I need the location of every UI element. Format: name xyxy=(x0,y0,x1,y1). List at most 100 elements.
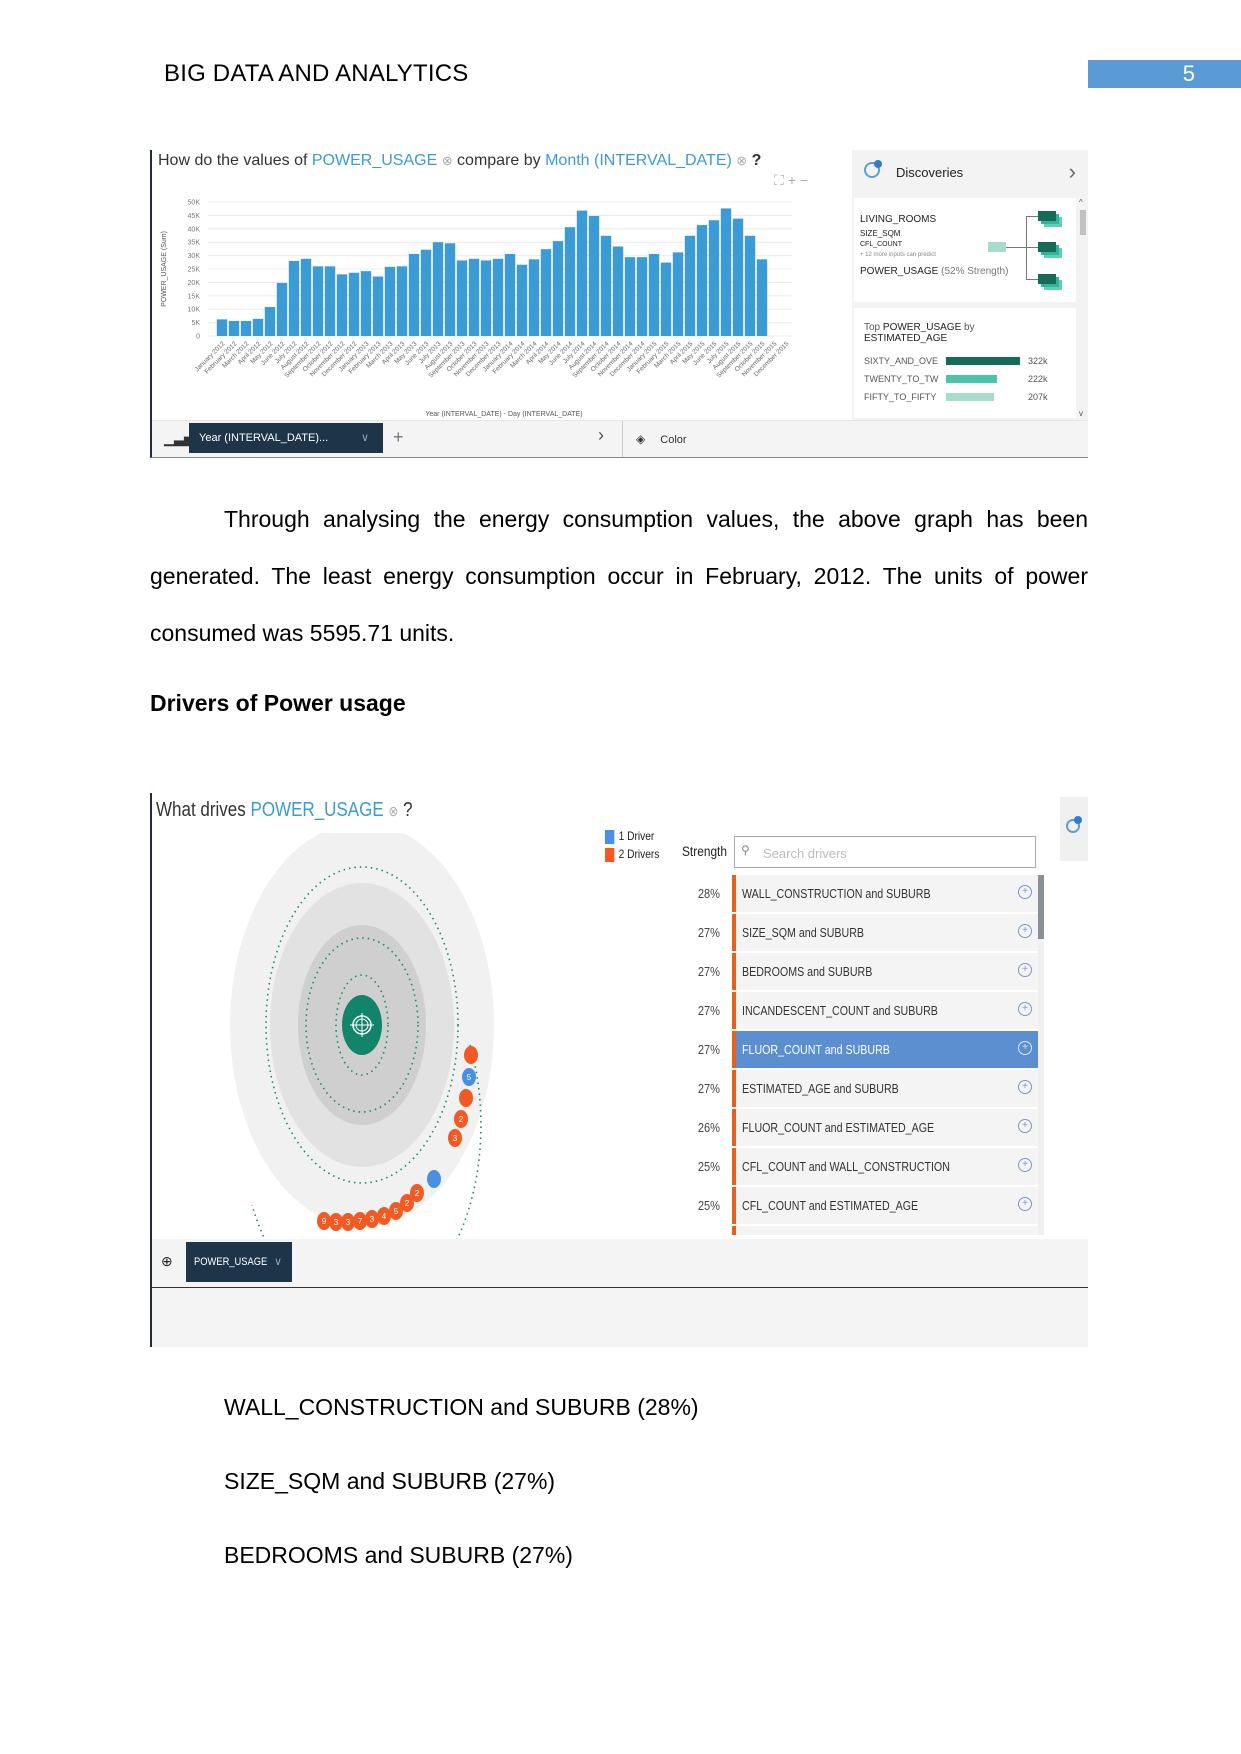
chevron-right-icon[interactable]: › xyxy=(1069,159,1076,185)
add-driver-icon[interactable]: + xyxy=(1018,1158,1032,1172)
bar[interactable] xyxy=(636,257,648,336)
measure-token[interactable]: POWER_USAGE xyxy=(312,152,437,169)
bar[interactable] xyxy=(504,253,516,336)
bar[interactable] xyxy=(372,276,384,336)
bar[interactable] xyxy=(576,210,588,336)
driver-item[interactable]: WALL_CONSTRUCTION and SUBURB + xyxy=(732,875,1044,912)
scroll-up-icon[interactable]: ^ xyxy=(1079,198,1083,207)
bar[interactable] xyxy=(660,262,672,336)
driver-node[interactable] xyxy=(464,1046,478,1064)
bar[interactable] xyxy=(600,235,612,336)
driver-row[interactable]: 27% ESTIMATED_AGE and SUBURB + xyxy=(670,1070,1050,1108)
dimension-token[interactable]: Month (INTERVAL_DATE) xyxy=(545,152,732,169)
bar[interactable] xyxy=(528,259,540,336)
bar[interactable] xyxy=(744,235,756,336)
bar[interactable] xyxy=(648,253,660,336)
chevron-right-icon[interactable]: › xyxy=(598,425,604,446)
bar[interactable] xyxy=(288,260,300,336)
bar[interactable] xyxy=(432,242,444,336)
bar[interactable] xyxy=(552,241,564,336)
bar[interactable] xyxy=(384,266,396,336)
driver-item[interactable]: FLUOR_COUNT and ESTIMATED_AGE + xyxy=(732,1109,1044,1146)
driver-row[interactable]: 27% BEDROOMS and SUBURB + xyxy=(670,953,1050,991)
search-drivers-input[interactable] xyxy=(761,841,1025,865)
chevron-down-icon[interactable]: ∨ xyxy=(361,423,369,453)
driver-node[interactable] xyxy=(427,1170,441,1188)
bar[interactable] xyxy=(624,257,636,336)
bar[interactable] xyxy=(360,271,372,336)
bar[interactable] xyxy=(300,258,312,336)
scroll-thumb[interactable] xyxy=(1038,875,1044,939)
bar[interactable] xyxy=(324,266,336,336)
bar[interactable] xyxy=(336,274,348,336)
driver-row[interactable]: 25% CFL_COUNT and WALL_CONSTRUCTION + xyxy=(670,1148,1050,1186)
add-driver-icon[interactable]: + xyxy=(1018,924,1032,938)
remove-dimension-icon[interactable]: ⊗ xyxy=(736,153,747,168)
driver-item[interactable] xyxy=(732,1226,1044,1235)
measure-token[interactable]: POWER_USAGE xyxy=(250,799,383,821)
bar[interactable] xyxy=(396,266,408,336)
driver-item[interactable]: CFL_COUNT and ESTIMATED_AGE + xyxy=(732,1187,1044,1224)
remove-measure-icon[interactable]: ⊗ xyxy=(388,803,398,819)
discoveries-scrollbar[interactable]: ^ v xyxy=(1078,198,1088,418)
bar[interactable] xyxy=(420,249,432,336)
bar[interactable] xyxy=(540,249,552,336)
chevron-down-icon[interactable]: ∨ xyxy=(274,1242,282,1282)
add-driver-icon[interactable]: + xyxy=(1018,1197,1032,1211)
discovery-card-top-values[interactable]: Top POWER_USAGE by ESTIMATED_AGE SIXTY_A… xyxy=(854,308,1076,418)
bar[interactable] xyxy=(264,307,276,336)
driver-row[interactable]: 26% FLUOR_COUNT and ESTIMATED_AGE + xyxy=(670,1109,1050,1147)
driver-item[interactable]: BEDROOMS and SUBURB + xyxy=(732,953,1044,990)
discovery-card-predictors[interactable]: LIVING_ROOMS SIZE_SQM CFL_COUNT + 12 mor… xyxy=(854,198,1076,302)
driver-row[interactable]: 27% SIZE_SQM and SUBURB + xyxy=(670,914,1050,952)
drivers-scrollbar[interactable] xyxy=(1038,875,1044,1235)
add-driver-icon[interactable]: + xyxy=(1018,885,1032,899)
help-icon[interactable]: ? xyxy=(752,152,762,169)
bar[interactable] xyxy=(348,272,360,336)
help-icon[interactable]: ? xyxy=(403,799,412,821)
bar[interactable] xyxy=(684,235,696,336)
driver-row[interactable] xyxy=(670,1226,1050,1235)
scroll-down-icon[interactable]: v xyxy=(1079,409,1083,418)
color-button[interactable]: ◈ Color xyxy=(636,432,687,446)
search-drivers-field[interactable]: ⚲ xyxy=(734,836,1036,868)
bar[interactable] xyxy=(312,266,324,336)
discoveries-toggle[interactable] xyxy=(1060,797,1088,861)
bar[interactable] xyxy=(564,227,576,336)
remove-measure-icon[interactable]: ⊗ xyxy=(442,153,453,168)
bar[interactable] xyxy=(612,246,624,336)
bar[interactable] xyxy=(252,318,264,336)
driver-item[interactable]: INCANDESCENT_COUNT and SUBURB + xyxy=(732,992,1044,1029)
add-driver-icon[interactable]: + xyxy=(1018,1080,1032,1094)
bar[interactable] xyxy=(492,258,504,336)
bar[interactable] xyxy=(468,258,480,336)
bar[interactable] xyxy=(672,252,684,336)
driver-row[interactable]: 28% WALL_CONSTRUCTION and SUBURB + xyxy=(670,875,1050,913)
driver-row[interactable]: 27% INCANDESCENT_COUNT and SUBURB + xyxy=(670,992,1050,1030)
add-driver-icon[interactable]: + xyxy=(1018,1041,1032,1055)
bar[interactable] xyxy=(216,319,228,336)
add-dimension-button[interactable]: + xyxy=(393,427,404,448)
driver-item[interactable]: FLUOR_COUNT and SUBURB + xyxy=(732,1031,1044,1068)
bar[interactable] xyxy=(456,260,468,336)
add-driver-icon[interactable]: + xyxy=(1018,963,1032,977)
add-driver-icon[interactable]: + xyxy=(1018,1119,1032,1133)
scroll-thumb[interactable] xyxy=(1080,210,1086,235)
bar[interactable] xyxy=(732,218,744,336)
driver-node[interactable] xyxy=(459,1089,473,1107)
bar[interactable] xyxy=(228,321,240,336)
driver-item[interactable]: CFL_COUNT and WALL_CONSTRUCTION + xyxy=(732,1148,1044,1185)
bar[interactable] xyxy=(444,243,456,336)
bar[interactable] xyxy=(708,220,720,336)
bar[interactable] xyxy=(516,264,528,336)
dimension-pill[interactable]: Year (INTERVAL_DATE)... ∨ xyxy=(189,423,383,453)
driver-item[interactable]: SIZE_SQM and SUBURB + xyxy=(732,914,1044,951)
driver-row[interactable]: 27% FLUOR_COUNT and SUBURB + xyxy=(670,1031,1050,1069)
bar[interactable] xyxy=(720,208,732,336)
target-pill[interactable]: POWER_USAGE ∨ xyxy=(186,1242,292,1282)
bar[interactable] xyxy=(276,282,288,336)
bar[interactable] xyxy=(696,225,708,336)
driver-item[interactable]: ESTIMATED_AGE and SUBURB + xyxy=(732,1070,1044,1107)
bar[interactable] xyxy=(756,259,768,336)
bar[interactable] xyxy=(588,215,600,336)
